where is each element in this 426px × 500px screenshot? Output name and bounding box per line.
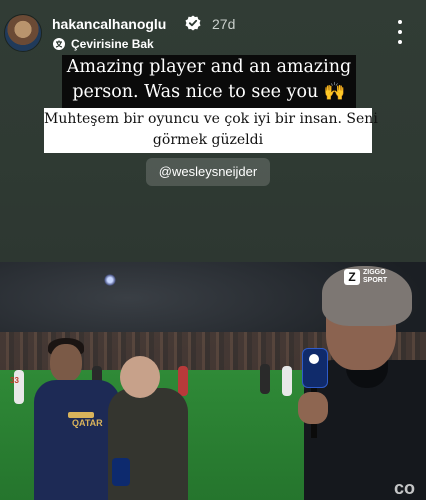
shirt-sponsor: QATAR [72, 418, 103, 428]
caption-turkish-line-1: Muhteşem bir oyuncu ve çok iyi bir insan… [44, 111, 378, 127]
username[interactable]: hakancalhanoglu [52, 16, 166, 32]
more-options-icon[interactable] [392, 20, 408, 44]
mention-sticker[interactable]: @wesleysneijder [146, 158, 270, 186]
shirt-number: 33 [10, 376, 19, 385]
caption-turkish-line-2: görmek güzeldi [152, 132, 264, 148]
background-player [260, 364, 270, 394]
caption-turkish: Muhteşem bir oyuncu ve çok iyi bir insan… [44, 108, 378, 153]
story-video[interactable]: Z ZIGGO SPORT 33 QATAR co [0, 262, 426, 500]
profile-avatar[interactable] [4, 14, 42, 52]
broadcaster-logo-text: ZIGGO SPORT [363, 269, 388, 284]
handheld-microphone [112, 458, 130, 486]
translate-button[interactable]: Çevirisine Bak [52, 36, 154, 52]
post-time: 27d [212, 16, 236, 32]
broadcaster-logo: Z ZIGGO SPORT [344, 266, 387, 288]
translate-icon [53, 38, 65, 50]
verified-badge-icon [185, 15, 201, 31]
caption-english-line-1: Amazing player and an amazing [66, 57, 352, 77]
translate-label: Çevirisine Bak [71, 37, 154, 51]
video-watermark: co [394, 478, 416, 498]
floodlight [104, 274, 116, 286]
caption-english-line-2: person. Was nice to see you 🙌 [72, 82, 346, 102]
presenter-hand [298, 392, 328, 424]
background-player [282, 366, 292, 396]
caption-english: Amazing player and an amazing person. Wa… [62, 55, 356, 109]
broadcaster-logo-icon: Z [344, 269, 360, 285]
